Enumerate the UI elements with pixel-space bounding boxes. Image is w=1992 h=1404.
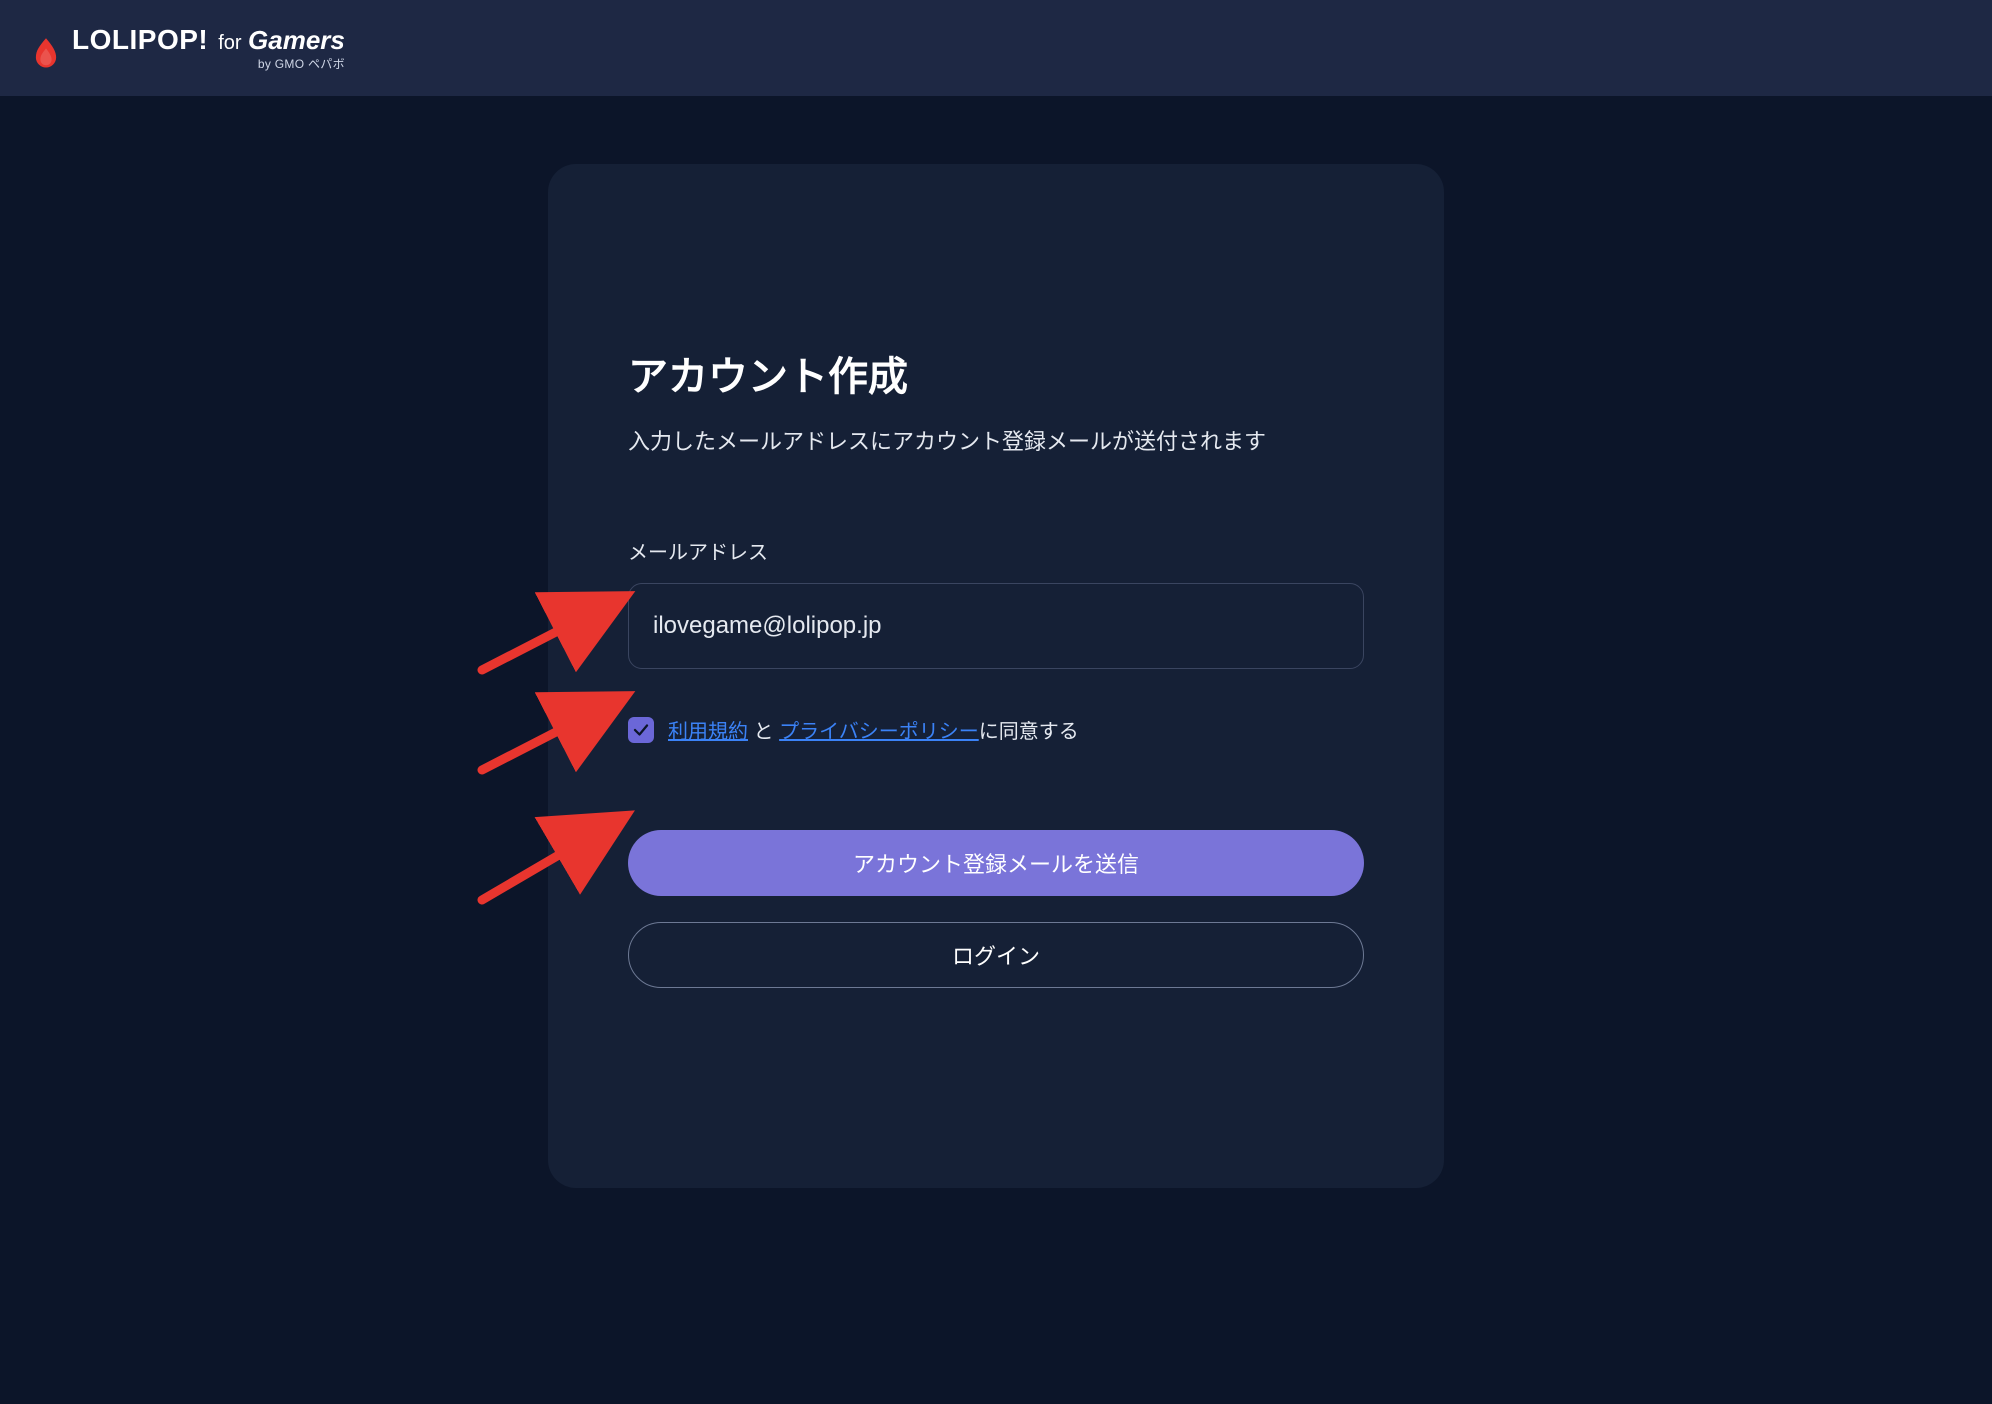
consent-checkbox[interactable] [628, 717, 654, 743]
submit-button[interactable]: アカウント登録メールを送信 [628, 830, 1364, 896]
flame-icon [28, 36, 64, 72]
email-field[interactable] [628, 583, 1364, 669]
brand-gamers: Gamers [248, 25, 345, 55]
check-icon [632, 721, 650, 739]
consent-joiner: と [748, 721, 779, 743]
consent-text: 利用規約 と プライバシーポリシーに同意する [668, 715, 1079, 744]
brand-primary: LOLIPOP! [72, 26, 208, 54]
brand-sub: by GMO ペパボ [258, 58, 345, 70]
privacy-link[interactable]: プライバシーポリシー [779, 721, 979, 743]
page-subtitle: 入力したメールアドレスにアカウント登録メールが送付されます [628, 424, 1364, 456]
consent-row: 利用規約 と プライバシーポリシーに同意する [628, 715, 1364, 744]
logo-text: LOLIPOP! for Gamers by GMO ペパボ [72, 26, 345, 70]
signup-card: アカウント作成 入力したメールアドレスにアカウント登録メールが送付されます メー… [548, 164, 1444, 1188]
email-label: メールアドレス [628, 536, 1364, 565]
login-button[interactable]: ログイン [628, 922, 1364, 988]
brand-for: for [218, 32, 241, 54]
consent-tail: に同意する [979, 721, 1079, 743]
app-header: LOLIPOP! for Gamers by GMO ペパボ [0, 0, 1992, 96]
page-title: アカウント作成 [628, 344, 1364, 402]
terms-link[interactable]: 利用規約 [668, 721, 748, 743]
logo[interactable]: LOLIPOP! for Gamers by GMO ペパボ [28, 26, 345, 70]
main-area: アカウント作成 入力したメールアドレスにアカウント登録メールが送付されます メー… [0, 96, 1992, 1188]
